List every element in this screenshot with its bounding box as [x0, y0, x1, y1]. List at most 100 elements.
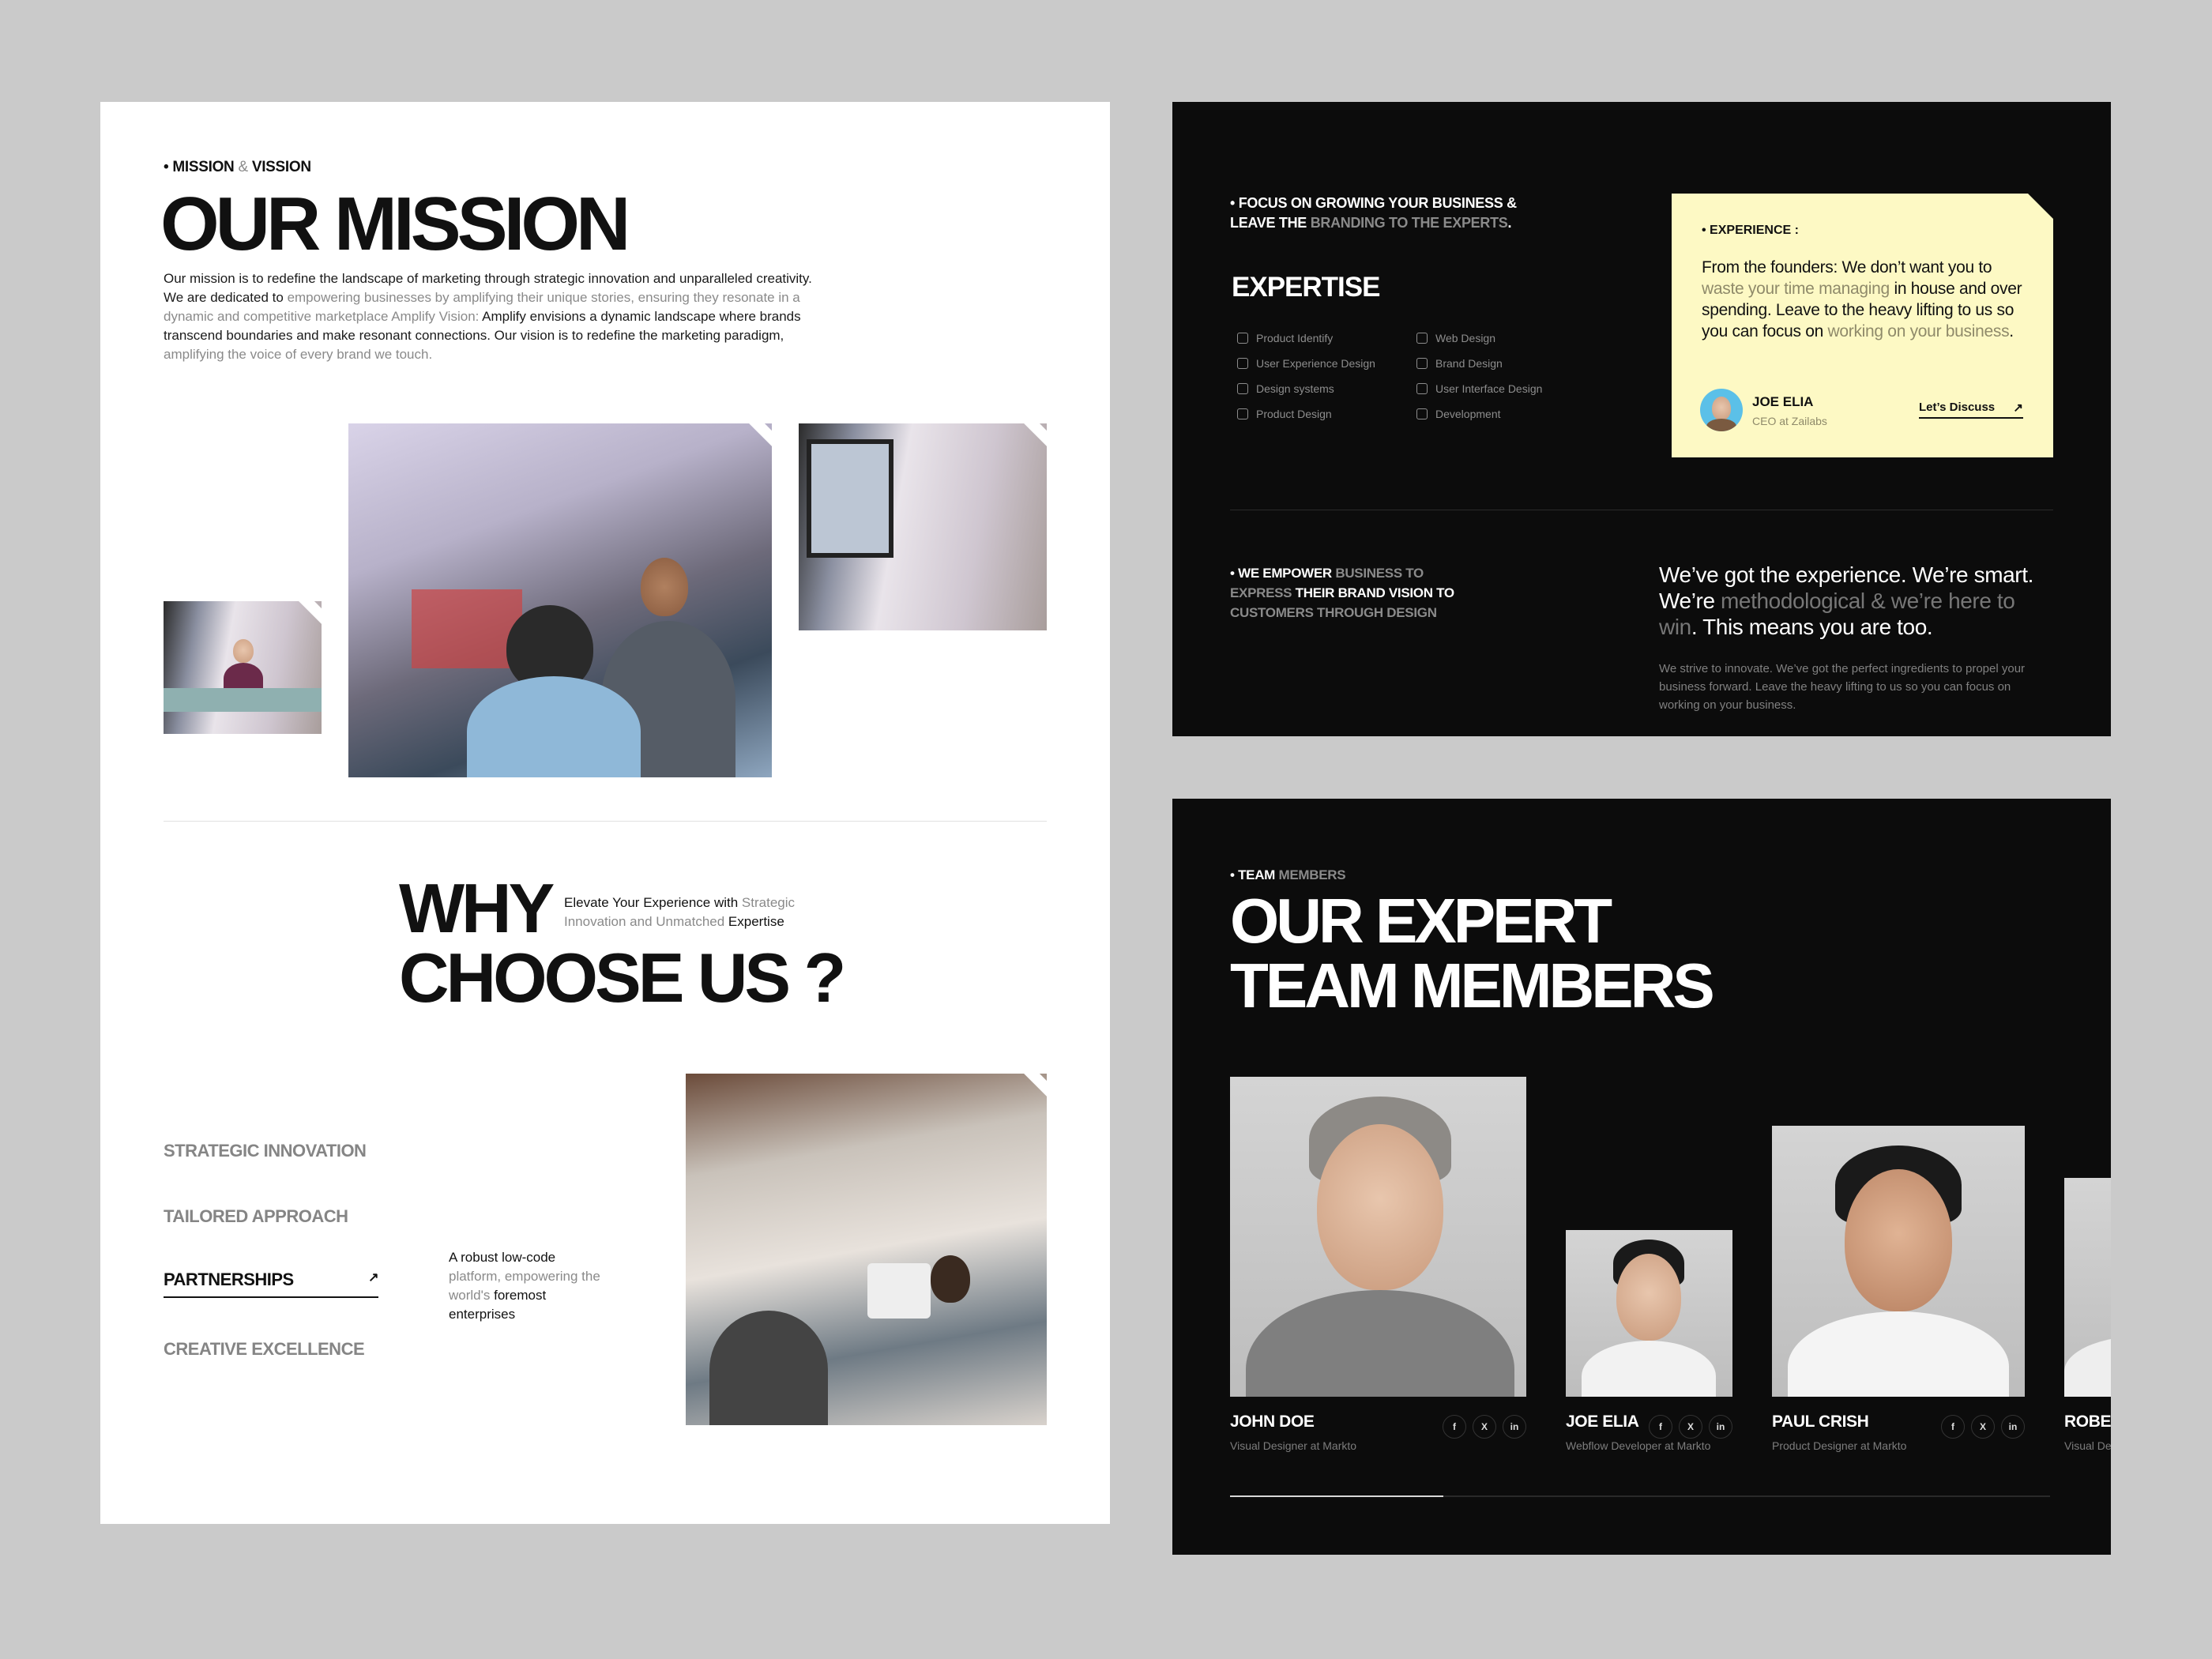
expertise-item: User Experience Design — [1237, 357, 1375, 370]
x-icon[interactable]: X — [1971, 1415, 1995, 1439]
carousel-scrollbar[interactable] — [1230, 1495, 2050, 1497]
expertise-item-label: Development — [1435, 408, 1501, 420]
mission-card: • MISSION & VISSION OUR MISSION Our miss… — [100, 102, 1110, 1524]
why-title-line1: WHY — [399, 869, 555, 947]
expertise-item: Product Design — [1237, 408, 1332, 420]
window-photo — [799, 423, 1047, 630]
expertise-item-label: User Experience Design — [1256, 357, 1375, 370]
cafe-photo — [164, 601, 322, 734]
experience-eyebrow: • EXPERIENCE : — [1702, 224, 1799, 237]
expertise-item: User Interface Design — [1416, 382, 1542, 395]
expertise-item-label: User Interface Design — [1435, 382, 1543, 395]
title-line: TEAM MEMBERS — [1230, 950, 1715, 1021]
subtitle-text: Expertise — [728, 914, 784, 929]
lets-discuss-button[interactable]: Let’s Discuss ↗ — [1919, 401, 2023, 419]
carousel-scrollbar-thumb[interactable] — [1230, 1495, 1443, 1497]
expertise-item-label: Product Design — [1256, 408, 1332, 420]
member-name: JOE ELIA — [1566, 1413, 1639, 1431]
member-photo-joe-elia — [1566, 1230, 1732, 1397]
document-icon — [1237, 333, 1248, 344]
desc-text: A robust low-code — [449, 1250, 556, 1265]
member-photo-john-doe — [1230, 1077, 1526, 1397]
office-team-photo — [686, 1074, 1047, 1425]
experience-statement: We’ve got the experience. We’re smart. W… — [1659, 562, 2054, 640]
quote-text: . — [2009, 322, 2014, 340]
team-eyebrow: • TEAM MEMBERS — [1230, 867, 1346, 882]
member-socials: f Xin — [1941, 1415, 2025, 1439]
why-item-tailored-approach[interactable]: TAILORED APPROACH — [164, 1206, 378, 1233]
why-title-line2: CHOOSE US ? — [399, 939, 846, 1017]
expertise-item-label: Product Identify — [1256, 332, 1334, 344]
expertise-item: Web Design — [1416, 332, 1495, 344]
box-icon — [1237, 408, 1248, 419]
eyebrow-text: . — [1507, 215, 1512, 231]
eyebrow-muted: CUSTOMERS THROUGH DESIGN — [1230, 605, 1437, 620]
expertise-item-label: Web Design — [1435, 332, 1496, 344]
expertise-card: • FOCUS ON GROWING YOUR BUSINESS & LEAVE… — [1172, 102, 2111, 736]
linkedin-icon[interactable]: in — [2001, 1415, 2025, 1439]
eyebrow-amp: & — [238, 159, 248, 175]
member-role: Visual Designer at Markto — [1230, 1439, 1357, 1452]
expertise-item: Product Identify — [1237, 332, 1333, 344]
expertise-item: Development — [1416, 408, 1501, 420]
cursor-icon — [1416, 333, 1428, 344]
x-icon[interactable]: X — [1679, 1415, 1702, 1439]
meeting-photo — [348, 423, 772, 777]
member-role: Product Designer at Markto — [1772, 1439, 1907, 1452]
arrow-up-right-icon: ↗ — [368, 1271, 378, 1285]
expertise-item-label: Design systems — [1256, 382, 1334, 395]
mission-paragraph: Our mission is to redefine the landscape… — [164, 269, 819, 364]
author-role: CEO at Zailabs — [1752, 415, 1827, 427]
expertise-item: Brand Design — [1416, 357, 1503, 370]
member-photo-paul-crish — [1772, 1126, 2025, 1397]
why-item-creative-excellence[interactable]: CREATIVE EXCELLENCE — [164, 1339, 378, 1366]
member-socials: f Xin — [1443, 1415, 1526, 1439]
avatar — [1700, 389, 1743, 431]
member-role: Webflow Developer at Markto — [1566, 1439, 1711, 1452]
divider — [164, 821, 1047, 822]
arrow-up-right-icon: ↗ — [2013, 401, 2023, 415]
paragraph-muted: amplifying the voice of every brand we t… — [164, 347, 433, 362]
experience-card: • EXPERIENCE : From the founders: We don… — [1672, 194, 2064, 457]
eyebrow-text: TEAM — [1238, 867, 1276, 882]
x-icon[interactable]: X — [1473, 1415, 1496, 1439]
eyebrow-text: WE EMPOWER — [1238, 566, 1336, 581]
why-description: A robust low-code platform, empowering t… — [449, 1248, 607, 1324]
why-item-partnerships[interactable]: PARTNERSHIPS ↗ — [164, 1270, 378, 1298]
subtitle-text: Elevate Your Experience with — [564, 895, 742, 910]
target-icon — [1237, 383, 1248, 394]
eyebrow-muted: BRANDING TO THE EXPERTS — [1310, 215, 1508, 231]
quote-text: From the founders: We don’t want you to — [1702, 258, 1992, 276]
brain-icon — [1237, 358, 1248, 369]
member-socials: f Xin — [1649, 1415, 1732, 1439]
mission-eyebrow: • MISSION & VISSION — [164, 159, 311, 175]
why-subtitle: Elevate Your Experience with Strategic I… — [564, 893, 825, 931]
team-card: • TEAM MEMBERS OUR EXPERT TEAM MEMBERS JO… — [1172, 799, 2111, 1555]
quote-muted: working on your business — [1827, 322, 2010, 340]
expertise-eyebrow: • FOCUS ON GROWING YOUR BUSINESS & LEAVE… — [1230, 195, 1517, 231]
member-role: Visual Designer at Markto — [2064, 1439, 2111, 1452]
member-name: ROBERT — [2064, 1413, 2111, 1431]
team-title: OUR EXPERT TEAM MEMBERS — [1230, 886, 1715, 1021]
eyebrow-muted: MEMBERS — [1278, 867, 1346, 882]
palette-icon — [1416, 358, 1428, 369]
cta-label: Let’s Discuss — [1919, 401, 1996, 414]
code-icon — [1416, 408, 1428, 419]
statement-text: . This means you are too. — [1691, 615, 1933, 639]
linkedin-icon[interactable]: in — [1709, 1415, 1732, 1439]
facebook-icon[interactable]: f — [1443, 1415, 1466, 1439]
member-photo-robert — [2064, 1178, 2111, 1397]
empower-eyebrow: • WE EMPOWER BUSINESS TO EXPRESS THEIR B… — [1230, 566, 1454, 620]
member-name: JOHN DOE — [1230, 1413, 1315, 1431]
experience-body: We strive to innovate. We’ve got the per… — [1659, 662, 2026, 712]
founders-quote: From the founders: We don’t want you to … — [1702, 257, 2033, 342]
brush-icon — [1416, 383, 1428, 394]
linkedin-icon[interactable]: in — [1503, 1415, 1526, 1439]
title-line: OUR EXPERT — [1230, 886, 1612, 956]
facebook-icon[interactable]: f — [1941, 1415, 1965, 1439]
facebook-icon[interactable]: f — [1649, 1415, 1672, 1439]
why-item-strategic-innovation[interactable]: STRATEGIC INNOVATION — [164, 1141, 378, 1168]
quote-muted: waste your time managing — [1702, 280, 1890, 298]
expertise-item: Design systems — [1237, 382, 1334, 395]
expertise-item-label: Brand Design — [1435, 357, 1503, 370]
